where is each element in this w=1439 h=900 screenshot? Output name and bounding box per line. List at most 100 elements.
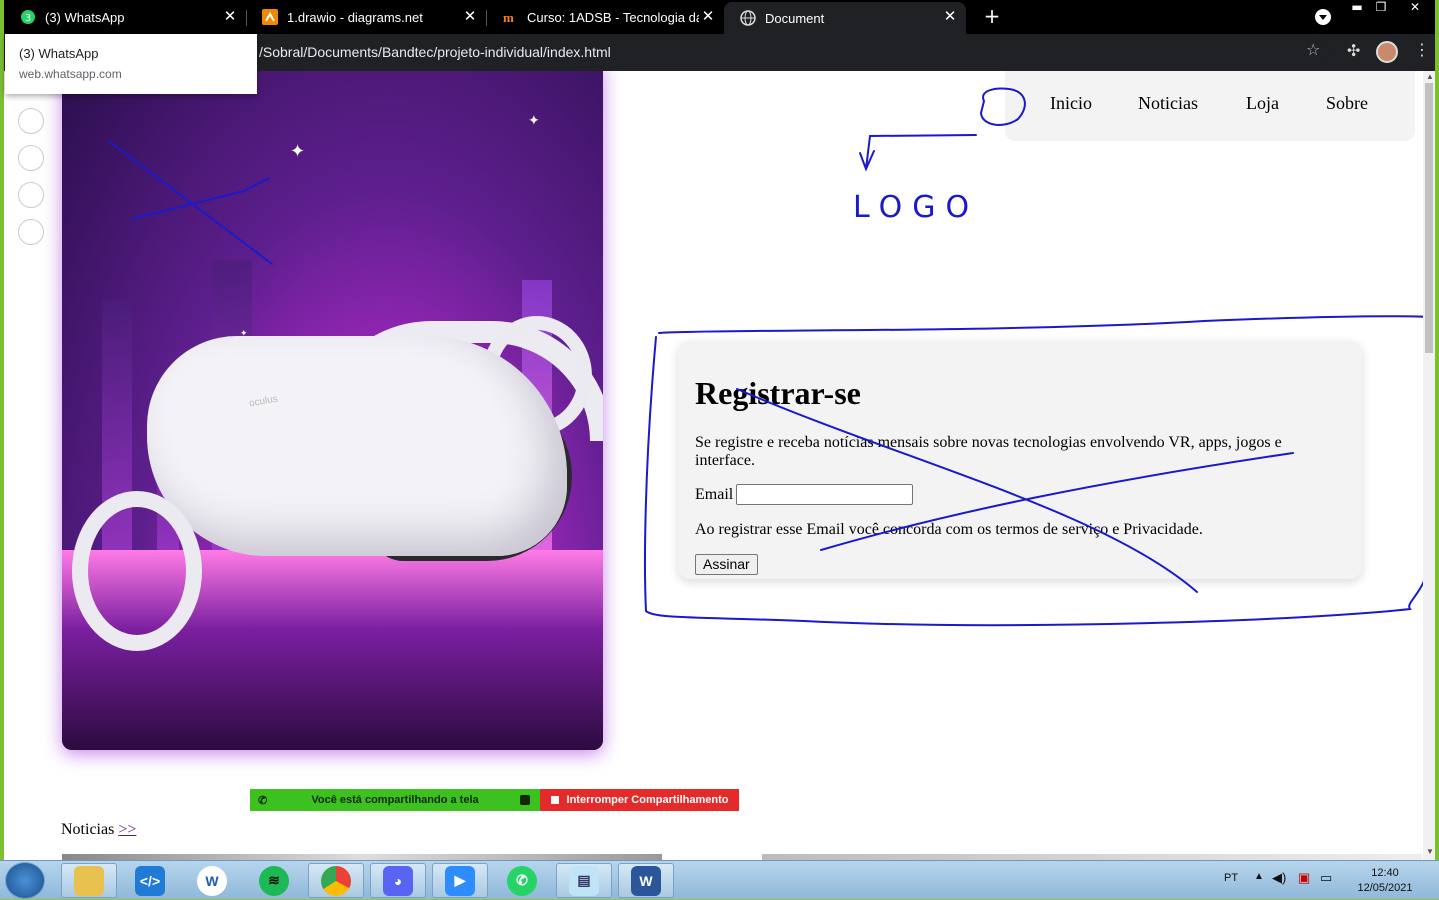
circle-placeholder	[18, 219, 44, 245]
top-nav: Inicio Noticias Loja Sobre	[1005, 71, 1415, 141]
nav-loja[interactable]: Loja	[1246, 93, 1279, 114]
close-icon[interactable]: ✕	[222, 8, 238, 24]
wps-icon: W	[197, 865, 227, 896]
scroll-up-icon[interactable]: ▲	[1426, 72, 1434, 81]
scrollbar[interactable]: ▲ ▼	[1423, 71, 1435, 860]
circle-placeholder	[18, 182, 44, 208]
tab-drawio[interactable]: 1.drawio - diagrams.net ✕	[246, 2, 486, 32]
nav-noticias[interactable]: Noticias	[1138, 93, 1198, 114]
phone-icon: ✆	[258, 794, 268, 807]
close-icon[interactable]: ✕	[942, 8, 958, 24]
circle-placeholder	[18, 108, 44, 134]
news-label: Noticias	[61, 821, 115, 838]
taskbar-vscode[interactable]: </>	[122, 863, 178, 898]
close-icon[interactable]: ✕	[700, 8, 716, 24]
bookmark-star-icon[interactable]: ☆	[1306, 40, 1320, 59]
whatsapp-icon: 3	[20, 9, 36, 25]
display-icon[interactable]: ▭	[1320, 870, 1332, 886]
news-more-link[interactable]: >>	[118, 821, 136, 838]
screen: 3 (3) WhatsApp ✕ 1.drawio - diagrams.net…	[0, 0, 1439, 899]
svg-text:m: m	[503, 10, 514, 25]
discord-icon: ◕	[383, 865, 413, 896]
clock-date: 12/05/2021	[1357, 882, 1413, 894]
tab-label: (3) WhatsApp	[45, 9, 125, 25]
close-window-icon[interactable]: ✕	[1404, 1, 1426, 15]
scroll-down-icon[interactable]: ▼	[1426, 847, 1434, 856]
taskbar-discord[interactable]: ◕	[370, 863, 426, 898]
terms-text: Ao registrar esse Email você concorda co…	[695, 521, 1203, 538]
taskbar-notepad[interactable]: ▤	[556, 863, 612, 898]
taskbar-wps[interactable]: W	[184, 863, 240, 898]
tab-document[interactable]: Document ✕	[724, 2, 966, 34]
zoom-icon: ▶	[445, 865, 475, 896]
taskbar-chrome[interactable]	[308, 863, 364, 898]
taskbar-spotify[interactable]: ≋	[246, 863, 302, 898]
subscribe-button[interactable]: Assinar	[695, 554, 758, 575]
svg-text:3: 3	[25, 13, 31, 24]
taskbar-word[interactable]: W	[618, 863, 674, 898]
tab-search-icon[interactable]	[1315, 9, 1331, 25]
annotation-arrow	[859, 134, 977, 172]
new-tab-icon[interactable]: +	[980, 5, 1004, 29]
register-title: Registrar-se	[695, 375, 861, 411]
sharing-text: Você está compartilhando a tela	[311, 794, 479, 806]
avatar[interactable]	[1376, 41, 1398, 63]
sparkle-icon: ✦	[528, 113, 540, 129]
vr-headset	[147, 336, 567, 556]
taskbar-zoom[interactable]: ▶	[432, 863, 488, 898]
whatsapp-icon: ✆	[507, 865, 537, 896]
drawio-icon	[262, 9, 278, 25]
clock-time: 12:40	[1371, 867, 1399, 879]
taskbar-file-explorer[interactable]	[61, 863, 117, 898]
annotation-logo-text: LOGO	[853, 190, 979, 225]
tab-tooltip: (3) WhatsApp web.whatsapp.com	[5, 34, 257, 94]
minimize-icon[interactable]: ▬	[1346, 1, 1368, 15]
vscode-icon: </>	[135, 865, 165, 896]
nav-inicio[interactable]: Inicio	[1050, 93, 1092, 114]
moodle-icon: m	[502, 9, 518, 25]
tooltip-url: web.whatsapp.com	[19, 67, 122, 81]
tab-strip: 3 (3) WhatsApp ✕ 1.drawio - diagrams.net…	[4, 0, 1435, 34]
spotify-icon: ≋	[259, 865, 289, 896]
language-indicator[interactable]: PT	[1224, 872, 1238, 884]
tab-moodle[interactable]: m Curso: 1ADSB - Tecnologia da Inf ✕	[486, 2, 724, 32]
page-viewport: ✦ ✦ ✦ oculus Inicio Noticias Loja Sobre …	[4, 71, 1423, 860]
register-card: Registrar-se Se registre e receba notíci…	[678, 341, 1362, 579]
sharing-indicator: ✆ Você está compartilhando a tela	[250, 789, 540, 811]
tab-label: Curso: 1ADSB - Tecnologia da Inf	[527, 9, 699, 25]
email-field[interactable]	[736, 484, 914, 505]
tooltip-title: (3) WhatsApp	[19, 46, 99, 61]
tab-label: Document	[765, 10, 825, 26]
word-icon: W	[631, 865, 661, 896]
scroll-thumb[interactable]	[1425, 83, 1433, 353]
circle-placeholder	[18, 145, 44, 171]
network-icon[interactable]: ▣	[1298, 870, 1310, 886]
extensions-icon[interactable]: ✣	[1347, 41, 1360, 60]
taskbar-whatsapp[interactable]: ✆	[494, 863, 550, 898]
register-description: Se registre e receba notícias mensais so…	[695, 434, 1282, 469]
taskbar: </> W ≋ ◕ ▶ ✆ ▤ W PT ▲ ◀) ▣ ▭ 12:40 12/0…	[0, 860, 1439, 899]
stop-sharing-text: Interromper Compartilhamento	[566, 794, 729, 806]
menu-icon[interactable]: ⋮	[1414, 40, 1430, 59]
screen-share-bar: ✆ Você está compartilhando a tela Interr…	[250, 789, 739, 811]
hero-image: ✦ ✦ ✦ oculus	[62, 71, 603, 750]
tray-expand-icon[interactable]: ▲	[1254, 871, 1264, 882]
news-heading: Noticias >>	[61, 821, 136, 839]
tab-whatsapp[interactable]: 3 (3) WhatsApp ✕	[4, 2, 246, 32]
sparkle-icon: ✦	[290, 141, 306, 162]
shield-icon	[520, 795, 530, 805]
clock[interactable]: 12:40 12/05/2021	[1350, 866, 1420, 896]
start-button[interactable]	[5, 862, 45, 899]
stop-sharing-button[interactable]: Interromper Compartilhamento	[540, 789, 739, 811]
system-tray: PT ▲ ◀) ▣ ▭ 12:40 12/05/2021	[1220, 861, 1439, 900]
notepad-icon: ▤	[569, 865, 599, 896]
volume-icon[interactable]: ◀)	[1272, 870, 1286, 886]
controller-left	[72, 491, 202, 651]
nav-sobre[interactable]: Sobre	[1326, 93, 1368, 114]
stop-icon	[550, 796, 559, 804]
tab-label: 1.drawio - diagrams.net	[287, 9, 423, 25]
folder-icon	[74, 865, 104, 896]
restore-icon[interactable]: ❐	[1370, 1, 1392, 15]
close-icon[interactable]: ✕	[462, 8, 478, 24]
email-label: Email	[695, 485, 734, 503]
